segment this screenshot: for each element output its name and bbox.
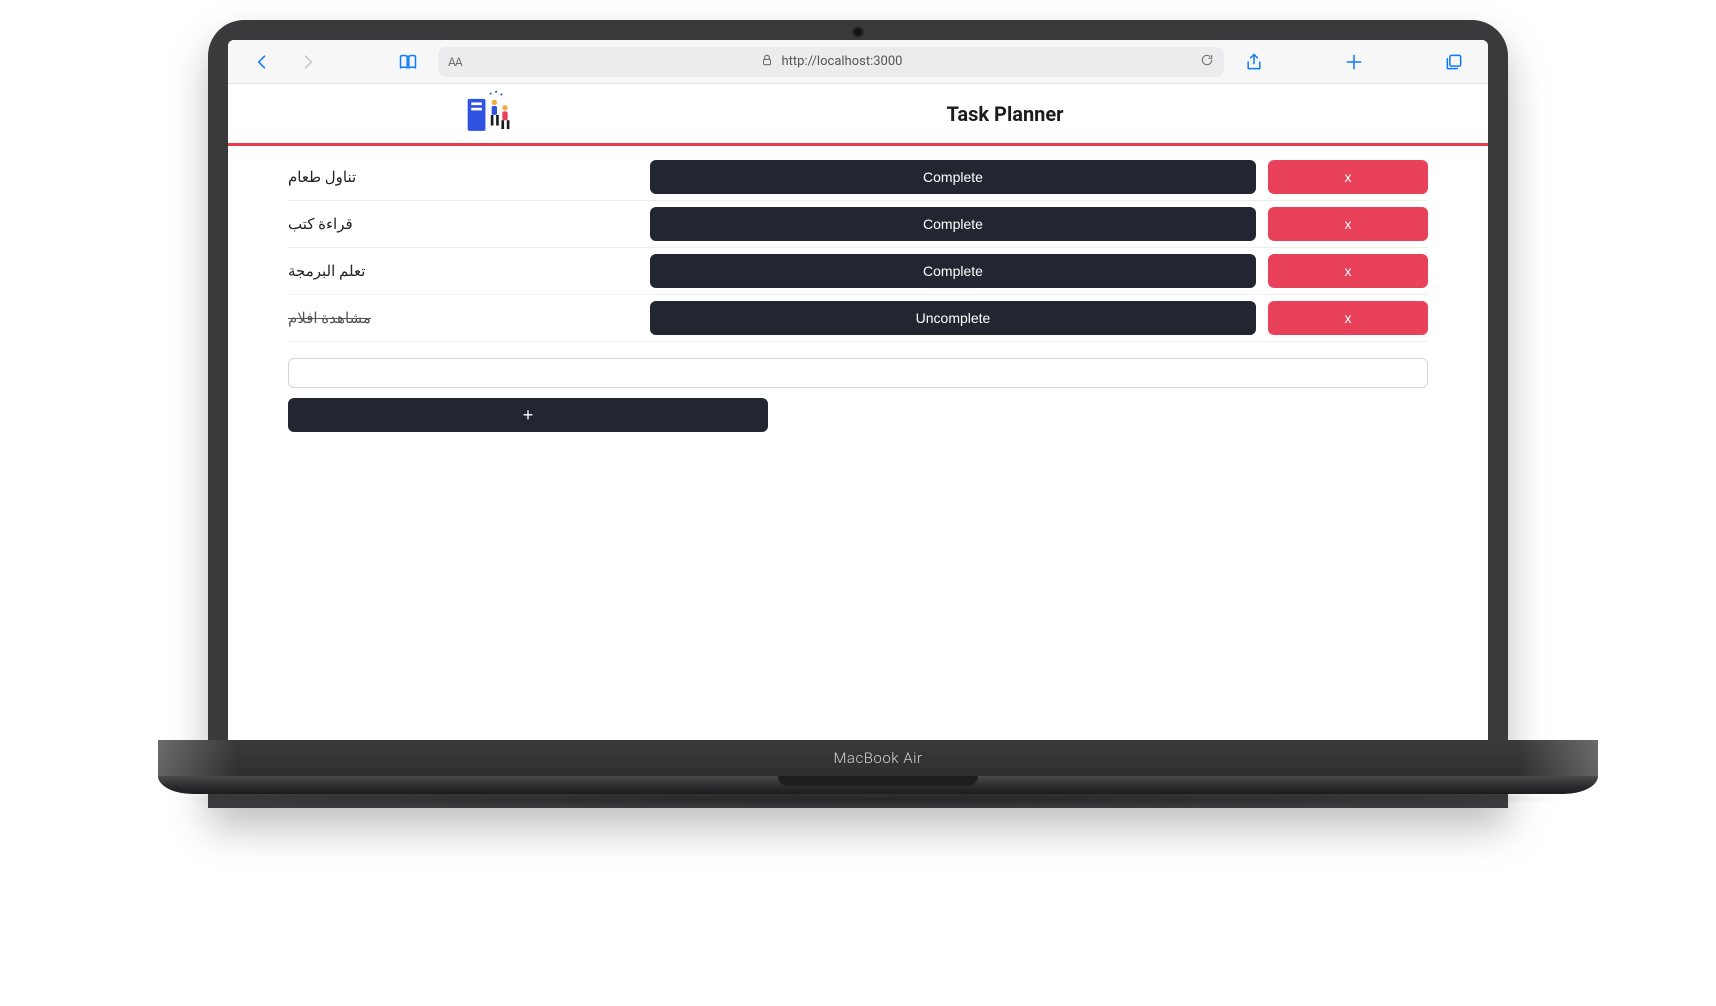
safari-toolbar: AA http://localhost:3000: [228, 40, 1488, 84]
trackpad-notch: [778, 776, 978, 786]
uncomplete-button[interactable]: Uncomplete: [650, 301, 1256, 335]
task-label: مشاهدة افلام: [288, 309, 638, 327]
tabs-icon: [1444, 52, 1464, 72]
macbook-bottom: [158, 776, 1598, 794]
bookmarks-button[interactable]: [392, 46, 424, 78]
task-row: قراءة كتب Complete x: [288, 201, 1428, 248]
camera-dot: [854, 28, 862, 36]
share-button[interactable]: [1238, 46, 1270, 78]
app-header: Task Planner: [228, 84, 1488, 146]
screen: AA http://localhost:3000: [228, 40, 1488, 740]
lock-icon: [760, 53, 774, 71]
complete-button[interactable]: Complete: [650, 160, 1256, 194]
task-row: تعلم البرمجة Complete x: [288, 248, 1428, 295]
plus-icon: [1344, 52, 1364, 72]
tabs-button[interactable]: [1438, 46, 1470, 78]
app-viewport: Task Planner تناول طعامCompletexقراءة كت…: [228, 84, 1488, 740]
task-row: مشاهدة افلام Uncomplete x: [288, 295, 1428, 342]
app-logo: [462, 90, 516, 138]
delete-button[interactable]: x: [1268, 160, 1428, 194]
complete-button[interactable]: Complete: [650, 254, 1256, 288]
delete-button[interactable]: x: [1268, 207, 1428, 241]
text-size-button[interactable]: AA: [448, 55, 462, 69]
macbook-base: MacBook Air: [158, 740, 1598, 808]
add-task-button[interactable]: +: [288, 398, 768, 432]
app-title: Task Planner: [696, 102, 1464, 126]
add-task-area: +: [228, 342, 1488, 432]
task-label: قراءة كتب: [288, 215, 638, 233]
address-bar[interactable]: AA http://localhost:3000: [438, 47, 1224, 77]
macbook-frame: AA http://localhost:3000: [208, 20, 1508, 808]
task-row: تناول طعام Complete x: [288, 154, 1428, 201]
delete-button[interactable]: x: [1268, 254, 1428, 288]
task-list: تناول طعامCompletexقراءة كتبCompletexتعل…: [228, 146, 1488, 342]
chevron-left-icon: [252, 52, 272, 72]
task-label: تعلم البرمجة: [288, 262, 638, 280]
book-icon: [398, 52, 418, 72]
macbook-label: MacBook Air: [158, 740, 1598, 776]
complete-button[interactable]: Complete: [650, 207, 1256, 241]
forward-button[interactable]: [292, 46, 324, 78]
share-icon: [1244, 52, 1264, 72]
task-label: تناول طعام: [288, 168, 638, 186]
back-button[interactable]: [246, 46, 278, 78]
new-task-input[interactable]: [288, 358, 1428, 388]
reload-button[interactable]: [1200, 53, 1214, 71]
url-text: http://localhost:3000: [782, 54, 903, 69]
chevron-right-icon: [298, 52, 318, 72]
delete-button[interactable]: x: [1268, 301, 1428, 335]
reload-icon: [1200, 53, 1214, 67]
new-tab-button[interactable]: [1338, 46, 1370, 78]
